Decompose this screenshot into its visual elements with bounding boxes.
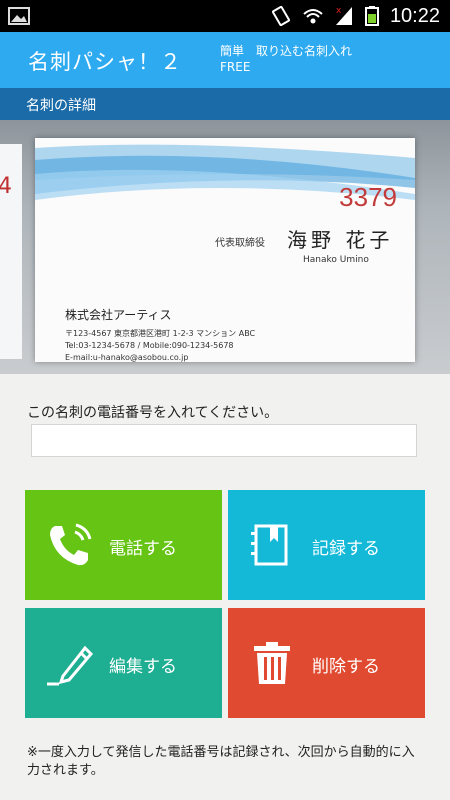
card-address: 〒123-4567 東京都港区港町 1-2-3 マンション ABC Tel:03… — [65, 328, 255, 364]
call-button[interactable]: 電話する — [25, 490, 222, 600]
record-button[interactable]: 記録する — [228, 490, 425, 600]
call-button-label: 電話する — [109, 539, 177, 559]
edit-button-label: 編集する — [109, 657, 177, 677]
vibrate-icon — [271, 5, 290, 27]
notebook-icon — [251, 524, 288, 566]
footer-note: ※一度入力して発信した電話番号は記録され、次回から自動的に入力されます。 — [27, 745, 415, 778]
app-subtitle: 簡単 取り込む名刺入れ — [220, 44, 353, 58]
card-email-line: E-mail:u-hanako@asobou.co.jp — [65, 353, 189, 362]
app-edition: FREE — [220, 60, 251, 74]
status-bar: x 10:22 — [0, 0, 450, 32]
card-company: 株式会社アーティス — [65, 308, 172, 322]
card-address-line: 〒123-4567 東京都港区港町 1-2-3 マンション ABC — [65, 329, 256, 338]
pencil-icon — [47, 645, 94, 686]
card-number: 3379 — [339, 182, 397, 212]
app-title: 名刺パシャ！２ — [28, 50, 182, 74]
edit-button[interactable]: 編集する — [25, 608, 222, 718]
card-contact-line: Tel:03-1234-5678 / Mobile:090-1234-5678 — [65, 341, 234, 350]
phone-prompt: この名刺の電話番号を入れてください。 — [27, 405, 279, 421]
delete-button[interactable]: 削除する — [228, 608, 425, 718]
wifi-icon — [303, 9, 323, 24]
battery-icon — [364, 6, 379, 26]
section-title: 名刺の詳細 — [26, 98, 96, 114]
phone-input[interactable] — [31, 424, 417, 457]
business-card: 3379 代表取締役 海野 花子 Hanako Umino 株式会社アーティス … — [35, 138, 415, 362]
card-name: 海野 花子 — [287, 228, 394, 252]
signal-icon: x — [335, 6, 352, 25]
image-icon — [8, 7, 30, 25]
trash-icon — [254, 642, 290, 684]
delete-button-label: 削除する — [312, 657, 380, 677]
business-card-photo: 4 3379 代表取締役 海野 花子 Hanako Umino 株式会社アーティ… — [0, 120, 450, 374]
section-header: 名刺の詳細 — [0, 88, 450, 120]
card-name-roman: Hanako Umino — [303, 255, 369, 265]
background-card-number: 4 — [0, 174, 12, 199]
app-header: 名刺パシャ！２ 簡単 取り込む名刺入れ FREE — [0, 32, 450, 88]
record-button-label: 記録する — [312, 539, 380, 559]
background-card: 4 — [0, 144, 22, 359]
svg-text:x: x — [336, 6, 342, 16]
phone-icon — [50, 523, 92, 566]
clock: 10:22 — [389, 4, 440, 27]
card-role: 代表取締役 — [215, 238, 265, 249]
